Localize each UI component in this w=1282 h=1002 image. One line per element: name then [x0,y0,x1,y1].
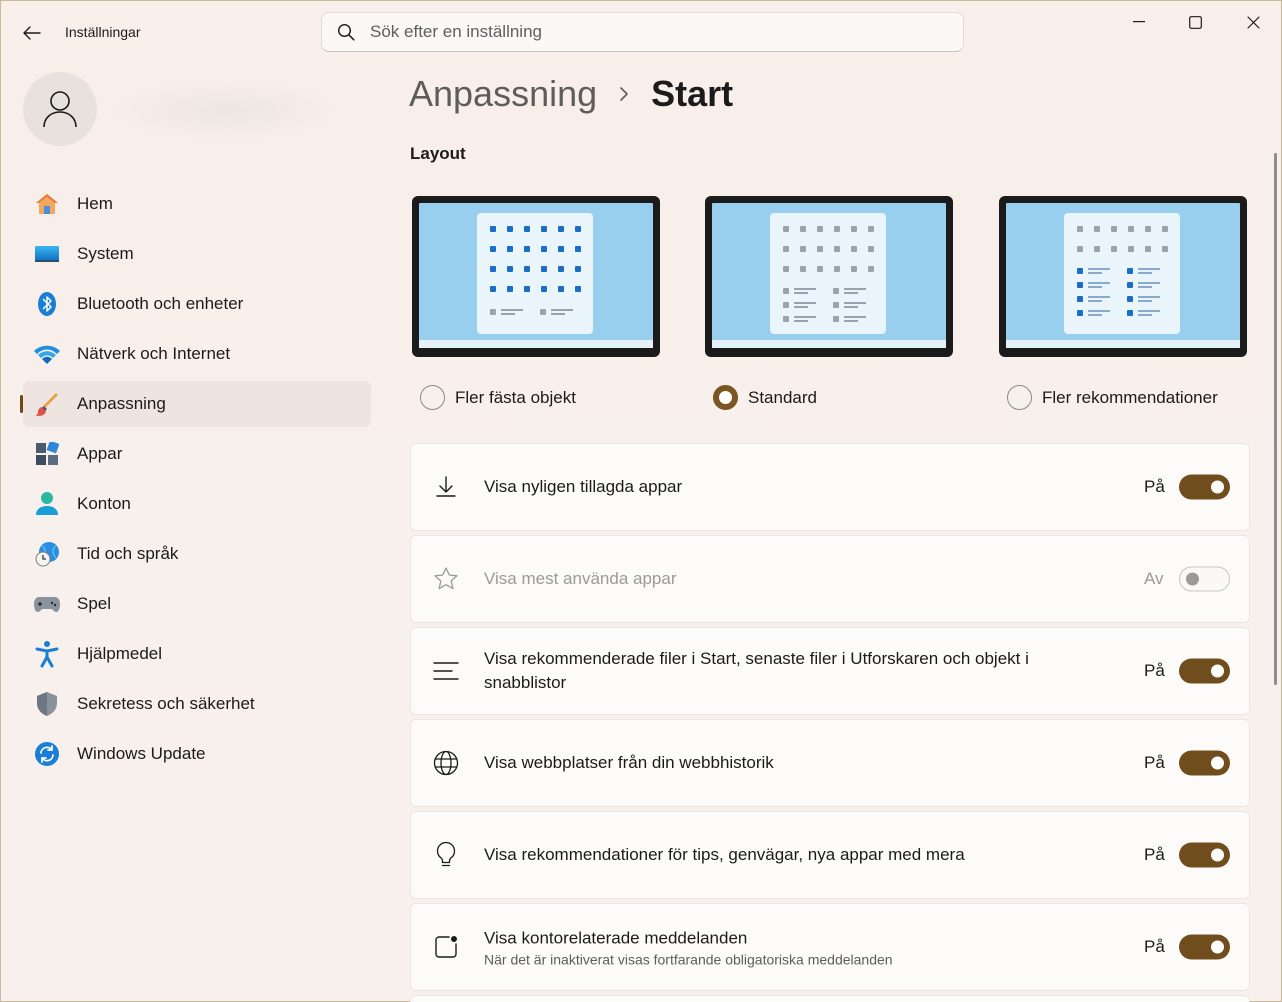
layout-more-pins-graphic [490,226,581,315]
apps-icon [23,431,71,477]
sidebar-item-accessibility[interactable]: Hjälpmedel [23,631,371,677]
arrow-left-icon [23,26,41,40]
toggle-most-used-apps[interactable] [1179,566,1230,592]
bluetooth-icon [23,281,71,327]
lightbulb-icon [429,838,463,872]
search-icon [322,23,370,41]
toggle-tips-recommendations[interactable] [1179,842,1230,868]
layout-preview-more-pins[interactable] [412,196,660,357]
setting-recently-added-apps: Visa nyligen tillagda appar På [410,443,1250,531]
avatar[interactable] [23,72,97,146]
notification-icon [429,930,463,964]
setting-tips-recommendations: Visa rekommendationer för tips, genvägar… [410,811,1250,899]
list-icon [429,654,463,688]
radio-button-checked[interactable] [713,385,738,410]
close-icon [1246,15,1260,29]
sidebar-item-bluetooth[interactable]: Bluetooth och enheter [23,281,371,327]
section-title-layout: Layout [410,144,466,163]
sidebar-item-system[interactable]: System [23,231,371,277]
breadcrumb: Anpassning Start [409,73,733,115]
radio-button[interactable] [420,385,445,410]
search-input[interactable] [370,22,930,42]
update-icon [23,731,71,777]
radio-button[interactable] [1007,385,1032,410]
layout-standard-graphic [783,226,874,322]
time-language-icon [23,531,71,577]
sidebar-item-personalization[interactable]: Anpassning [20,381,371,427]
sidebar-item-gaming[interactable]: Spel [23,581,371,627]
radio-option-more-pins[interactable]: Fler fästa objekt [420,385,576,410]
sidebar-item-apps[interactable]: Appar [23,431,371,477]
sidebar-item-privacy[interactable]: Sekretess och säkerhet [23,681,371,727]
setting-recommended-files: Visa rekommenderade filer i Start, senas… [410,627,1250,715]
toggle-web-history[interactable] [1179,750,1230,776]
gamepad-icon [23,581,71,627]
system-icon [23,231,71,277]
layout-preview-standard[interactable] [705,196,953,357]
home-icon [23,181,71,227]
chevron-right-icon [619,86,629,102]
layout-more-recommendations-graphic [1077,226,1168,316]
sidebar-item-windows-update[interactable]: Windows Update [23,731,371,777]
radio-option-more-recommendations[interactable]: Fler rekommendationer [1007,385,1218,410]
account-icon [23,481,71,527]
maximize-icon [1188,15,1202,29]
globe-icon [429,746,463,780]
shield-icon [23,681,71,727]
setting-web-history: Visa webbplatser från din webbhistorik P… [410,719,1250,807]
wifi-icon [23,331,71,377]
settings-window: Inställningar Hem Syste [0,0,1282,1002]
toggle-account-notifications[interactable] [1179,934,1230,960]
setting-account-notifications: Visa kontorelaterade meddelanden När det… [410,903,1250,991]
download-icon [429,470,463,504]
scrollbar[interactable] [1274,153,1277,685]
radio-option-standard[interactable]: Standard [713,385,817,410]
breadcrumb-parent[interactable]: Anpassning [409,73,597,115]
search-box[interactable] [321,12,964,52]
minimize-icon [1133,21,1145,23]
sidebar-nav: Hem System Bluetooth och enheter Nätverk… [20,181,371,781]
toggle-recently-added-apps[interactable] [1179,474,1230,500]
sidebar-item-home[interactable]: Hem [23,181,371,227]
sidebar-item-accounts[interactable]: Konton [23,481,371,527]
account-info-blurred [111,81,341,139]
app-title: Inställningar [65,24,141,40]
setting-most-used-apps: Visa mest använda appar Av [410,535,1250,623]
user-icon [43,91,77,128]
layout-preview-more-recommendations[interactable] [999,196,1247,357]
sidebar-item-network[interactable]: Nätverk och Internet [23,331,371,377]
accessibility-icon [23,631,71,677]
maximize-button[interactable] [1167,5,1223,39]
star-icon [429,562,463,596]
toggle-recommended-files[interactable] [1179,658,1230,684]
back-button[interactable] [15,19,49,47]
setting-row-partial [410,995,1250,1002]
close-button[interactable] [1225,5,1281,39]
minimize-button[interactable] [1111,5,1167,39]
sidebar-item-time-language[interactable]: Tid och språk [23,531,371,577]
page-title: Start [651,73,734,114]
brush-icon [23,381,71,427]
